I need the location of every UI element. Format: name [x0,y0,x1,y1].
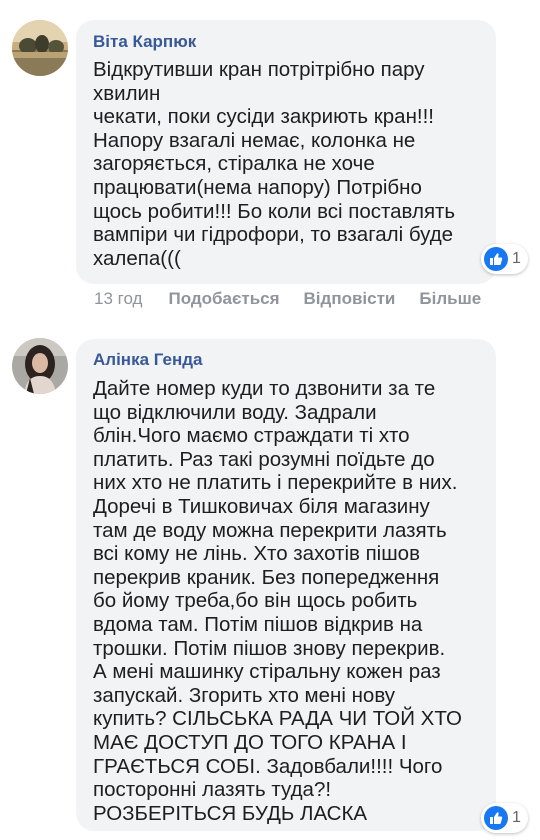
avatar[interactable] [12,20,68,76]
comment-line: ГРАЄТЬСЯ СОБІ. Задовбали!!!! Чого [93,754,443,778]
comment-line: Напору взагалі немає, колонка не [93,128,416,152]
reaction-badge[interactable]: 1 [481,803,528,833]
comment-bubble: Алінка Генда Дайте номер куди то дзвонит… [76,339,496,831]
comment-author[interactable]: Віта Карпюк [93,32,482,52]
reaction-badge[interactable]: 1 [481,244,528,274]
comment-line: щось робити!!! Бо коли всі поставлять [93,199,456,223]
comment-text: Відкрутивши кран потрітрібно пару хвилин… [93,58,482,270]
reply-button[interactable]: Відповісти [304,289,396,309]
comment-line: вампіри чи гідрофори, то взагалі буде [93,223,454,247]
comment-line: халепа((( [93,246,181,270]
comment-line: Доречі в Тишковичах біля магазину [93,494,430,518]
comment-line: запускай. Згорить хто мені нову [93,683,396,707]
comment-timestamp[interactable]: 13 год [94,289,142,309]
comment-line: посторонні лазять туда?! [93,778,332,802]
comment-line: вдома там. Потім пішов відкрив на [93,612,423,636]
comment-author[interactable]: Алінка Генда [93,350,482,370]
comment-line: там де воду можна перекрити лазять [93,518,447,542]
comment-line: блін.Чого маємо страждати ті хто [93,424,410,448]
comment-line: Відкрутивши кран потрітрібно пару [93,58,425,81]
comment-line: всі кому не лінь. Хто захотів пішов [93,542,420,566]
comment-line: що відключили воду. Задрали [93,400,377,424]
reaction-count: 1 [512,809,521,826]
comment-line: МАЄ ДОСТУП ДО ТОГО КРАНА І [93,730,407,754]
comment-line: загоряється, стіралка не хоче [93,152,375,176]
comment-bubble: Віта Карпюк Відкрутивши кран потрітрібно… [76,20,496,284]
comment-line: хвилин [93,81,161,105]
like-button[interactable]: Подобається [168,289,279,309]
comment-line: Дайте номер куди то дзвонити за те [93,377,436,400]
comment-line: бо йому треба,бо він щось робить [93,589,418,613]
more-button[interactable]: Більше [419,289,481,309]
avatar[interactable] [12,338,68,394]
thumbs-up-icon [484,247,508,271]
avatar-photo-image [12,338,68,394]
comment-text: Дайте номер куди то дзвонити за те що ві… [93,377,482,825]
thumbs-up-icon [484,806,508,830]
reaction-count: 1 [512,250,521,267]
comment-line: працювати(нема напору) Потрібно [93,175,422,199]
comment-line: купить? СІЛЬСЬКА РАДА ЧИ ТОЙ ХТО [93,707,462,731]
comment-line: РОЗБЕРІТЬСЯ БУДЬ ЛАСКА [93,801,368,825]
comment-line: А мені машинку стіральну кожен раз [93,660,441,684]
comment-line: трошки. Потім пішов знову перекрив. [93,636,446,660]
comment-line: перекрив краник. Без попередження [93,565,440,589]
avatar-landscape-image [12,20,68,76]
comment-line: чекати, поки сусіди закриють кран!!! [93,105,434,129]
comment-line: них хто не платить і перекрийте в них. [93,471,458,495]
comment-line: платить. Раз такі розумні поїдьте до [93,447,435,471]
comment-actions: 13 год Подобається Відповісти Більше [94,289,505,309]
